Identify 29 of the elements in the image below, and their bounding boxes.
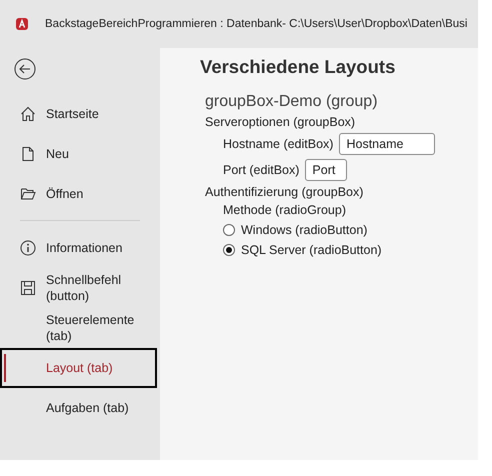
app-logo-icon [15, 17, 29, 31]
home-icon [20, 106, 36, 122]
radio-button[interactable]: SQL Server (radioButton) [223, 243, 382, 257]
sidebar-item[interactable]: Steuerelemente (tab) [0, 308, 157, 348]
input-field[interactable]: Hostname [339, 133, 436, 155]
sidebar-item[interactable]: Startseite [0, 94, 157, 134]
radio-indicator[interactable] [223, 224, 235, 236]
sidebar-item[interactable]: Aufgaben (tab) [0, 388, 157, 428]
sidebar-item[interactable]: Neu [0, 134, 157, 174]
back-icon[interactable] [14, 58, 36, 80]
radio-button[interactable]: Windows (radioButton) [223, 223, 368, 237]
radio-indicator[interactable] [223, 244, 235, 256]
window-title: BackstageBereichProgrammieren : Datenbank- C:\Users\User\Dropbox\Daten\Busi [45, 18, 468, 30]
info-icon [20, 240, 36, 256]
save-icon [20, 280, 36, 296]
document-icon [20, 146, 36, 162]
sidebar-item[interactable]: Informationen [0, 228, 157, 268]
group-heading: groupBox-Demo (group) [205, 93, 378, 111]
folder-icon [20, 186, 36, 202]
field-label: Port (editBox) [223, 163, 300, 177]
input-field[interactable]: Port [305, 159, 348, 181]
field-label: Hostname (editBox) [223, 137, 334, 151]
sidebar-item[interactable]: Layout (tab) [0, 348, 157, 388]
group-label: Authentifizierung (groupBox) [205, 185, 364, 199]
page-heading: Verschiedene Layouts [200, 56, 396, 78]
sidebar-item[interactable]: Schnellbefehl (button) [0, 268, 157, 308]
radio-group-label: Methode (radioGroup) [223, 203, 346, 217]
sidebar-item[interactable]: Öffnen [0, 174, 157, 214]
group-label: Serveroptionen (groupBox) [205, 115, 356, 129]
